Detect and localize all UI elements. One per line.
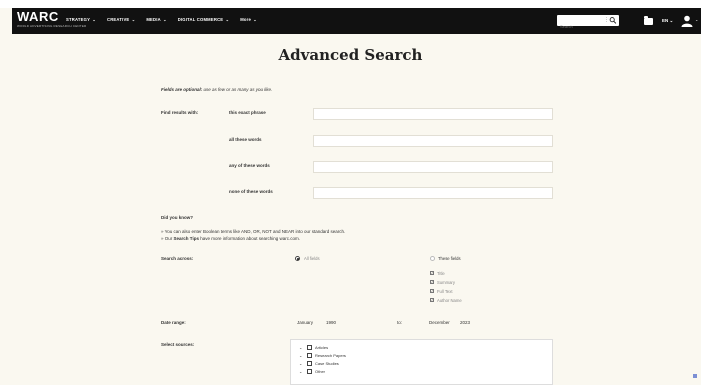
nav-item-digital-commerce[interactable]: DIGITAL COMMERCE ⌄ (178, 17, 230, 22)
search-tips-link[interactable]: Search Tips (174, 236, 199, 241)
chevron-down-icon: ⌄ (91, 17, 96, 22)
chevron-down-icon[interactable]: ⌄ (299, 345, 304, 350)
app-frame: WARC WORLD ADVERTISING RESEARCH CENTER S… (0, 0, 701, 385)
source-item-other[interactable]: ⌄ Other (299, 368, 325, 375)
summary-field-label: Summary (437, 280, 455, 285)
all-fields-radio[interactable] (295, 256, 300, 261)
date-range-label: Date range: (161, 320, 186, 325)
all-words-field-box (313, 135, 556, 154)
none-words-field-box (313, 187, 556, 206)
summary-field-checkbox[interactable]: ✓ (430, 280, 434, 284)
feedback-icon[interactable] (693, 374, 697, 378)
these-fields-label: These fields (438, 256, 461, 261)
chevron-down-icon: ⌄ (252, 17, 257, 22)
optional-note: Fields are optional: use as few or as ma… (161, 87, 273, 92)
source-checkbox[interactable] (307, 369, 312, 374)
sources-tree: ⌄ Articles ⌄ Research Papers ⌄ Case Studies… (290, 339, 553, 385)
all-words-field[interactable] (314, 142, 556, 154)
any-words-field-box (313, 161, 556, 180)
source-item-case-studies[interactable]: ⌄ Case Studies (299, 360, 339, 367)
any-words-label: any of these words (229, 163, 270, 168)
top-navigation-bar: WARC WORLD ADVERTISING RESEARCH CENTER S… (12, 8, 701, 34)
nav-item-more[interactable]: More ⌄ (240, 17, 257, 22)
title-field-label: Title (437, 271, 445, 276)
none-words-label: none of these words (229, 189, 273, 194)
to-label: to: (397, 320, 403, 325)
did-you-know-heading: Did you know? (161, 215, 193, 220)
to-month-select[interactable]: December (429, 320, 450, 325)
all-fields-label: All fields (304, 256, 320, 261)
main-menu: STRATEGY ⌄ CREATIVE ⌄ MEDIA ⌄ DIGITAL CO… (66, 17, 257, 22)
exact-phrase-label: this exact phrase (229, 110, 266, 115)
select-sources-label: Select sources: (161, 342, 195, 347)
nav-item-creative[interactable]: CREATIVE ⌄ (107, 17, 135, 22)
folder-icon[interactable] (644, 16, 653, 25)
exact-phrase-field-box (313, 108, 556, 127)
language-selector[interactable]: EN ⌄ (662, 18, 673, 24)
source-item-research-papers[interactable]: ⌄ Research Papers (299, 352, 346, 359)
chevron-down-icon[interactable]: ⌄ (299, 361, 304, 366)
chevron-down-icon: ⌄ (224, 17, 230, 22)
chevron-down-icon: ⌄ (161, 17, 167, 22)
find-results-label: Find results with: (161, 110, 199, 115)
exact-phrase-field[interactable] (314, 115, 556, 127)
chevron-down-icon[interactable]: ⌄ (695, 17, 698, 22)
chevron-down-icon[interactable]: ⌄ (299, 369, 304, 374)
from-month-select[interactable]: January (297, 320, 313, 325)
browser-top-strip (0, 0, 701, 8)
chevron-down-icon[interactable]: ⌄ (299, 353, 304, 358)
source-item-articles[interactable]: ⌄ Articles (299, 344, 328, 351)
author-name-field-checkbox[interactable]: ✓ (430, 298, 434, 302)
search-box: ⋮ (557, 15, 619, 32)
user-icon[interactable] (680, 15, 694, 27)
search-across-label: Search across: (161, 256, 194, 261)
nav-item-strategy[interactable]: STRATEGY ⌄ (66, 17, 96, 22)
source-checkbox[interactable] (307, 361, 312, 366)
page-title: Advanced Search (278, 46, 423, 64)
warc-logo[interactable]: WARC (17, 10, 59, 24)
full-text-field-label: Full Text (437, 289, 453, 294)
search-input[interactable] (557, 21, 604, 32)
chevron-down-icon: ⌄ (130, 17, 136, 22)
nav-item-media[interactable]: MEDIA ⌄ (146, 17, 166, 22)
none-words-field[interactable] (314, 194, 556, 206)
boolean-tip: » You can also enter Boolean terms like … (161, 229, 346, 234)
these-fields-radio[interactable] (430, 256, 435, 261)
search-tips-note: » Our Search Tips have more information … (161, 236, 301, 241)
source-checkbox[interactable] (307, 345, 312, 350)
any-words-field[interactable] (314, 168, 556, 180)
source-checkbox[interactable] (307, 353, 312, 358)
search-icon[interactable] (609, 16, 617, 25)
to-year-select[interactable]: 2023 (460, 320, 470, 325)
full-text-field-checkbox[interactable]: ✓ (430, 289, 434, 293)
all-words-label: all these words (229, 137, 262, 142)
author-name-field-label: Author Name (437, 298, 462, 303)
title-field-checkbox[interactable]: ✓ (430, 271, 434, 275)
from-year-select[interactable]: 1990 (326, 320, 336, 325)
warc-logo-tagline: WORLD ADVERTISING RESEARCH CENTER (17, 24, 87, 28)
